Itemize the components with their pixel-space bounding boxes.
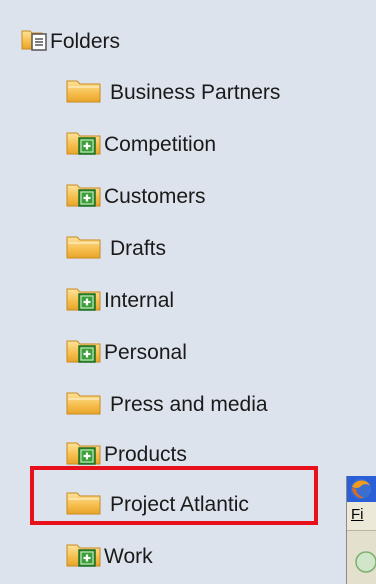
tree-item-business-partners[interactable]: Business Partners [66,78,280,108]
tree-item-label: Competition [104,133,217,156]
tree-item-press-and-media[interactable]: Press and media [66,390,268,420]
folder-expand-icon[interactable] [66,541,102,573]
background-browser-window[interactable]: Fi [346,476,376,584]
folder-expand-icon[interactable] [66,337,102,369]
folder-icon [66,77,102,109]
folder-icon [66,389,102,421]
window-titlebar[interactable] [347,476,376,502]
tree-item-label: Internal [104,289,175,312]
folder-open-icon [20,26,48,58]
folder-icon [66,233,102,265]
back-button-icon[interactable] [355,551,376,578]
tree-item-label: Personal [104,341,187,364]
browser-toolbar [347,530,376,584]
tree-item-competition[interactable]: Competition [66,130,216,160]
tree-item-label: Business Partners [110,81,281,104]
tree-item-label: Drafts [110,237,167,260]
tree-item-label: Press and media [110,393,268,416]
folder-expand-icon[interactable] [66,285,102,317]
highlight-box [30,466,318,525]
tree-item-customers[interactable]: Customers [66,182,206,212]
tree-item-drafts[interactable]: Drafts [66,234,166,264]
tree-item-work[interactable]: Work [66,542,153,572]
tree-root-folders[interactable]: Folders [20,27,120,57]
browser-logo-icon [349,477,373,506]
folder-expand-icon[interactable] [66,181,102,213]
tree-item-internal[interactable]: Internal [66,286,174,316]
folder-expand-icon[interactable] [66,129,102,161]
tree-item-label: Customers [104,185,206,208]
tree-item-label: Products [104,443,187,466]
tree-item-label: Work [104,545,153,568]
tree-root-label: Folders [50,30,121,53]
tree-item-personal[interactable]: Personal [66,338,187,368]
file-menu[interactable]: Fi [351,506,364,523]
